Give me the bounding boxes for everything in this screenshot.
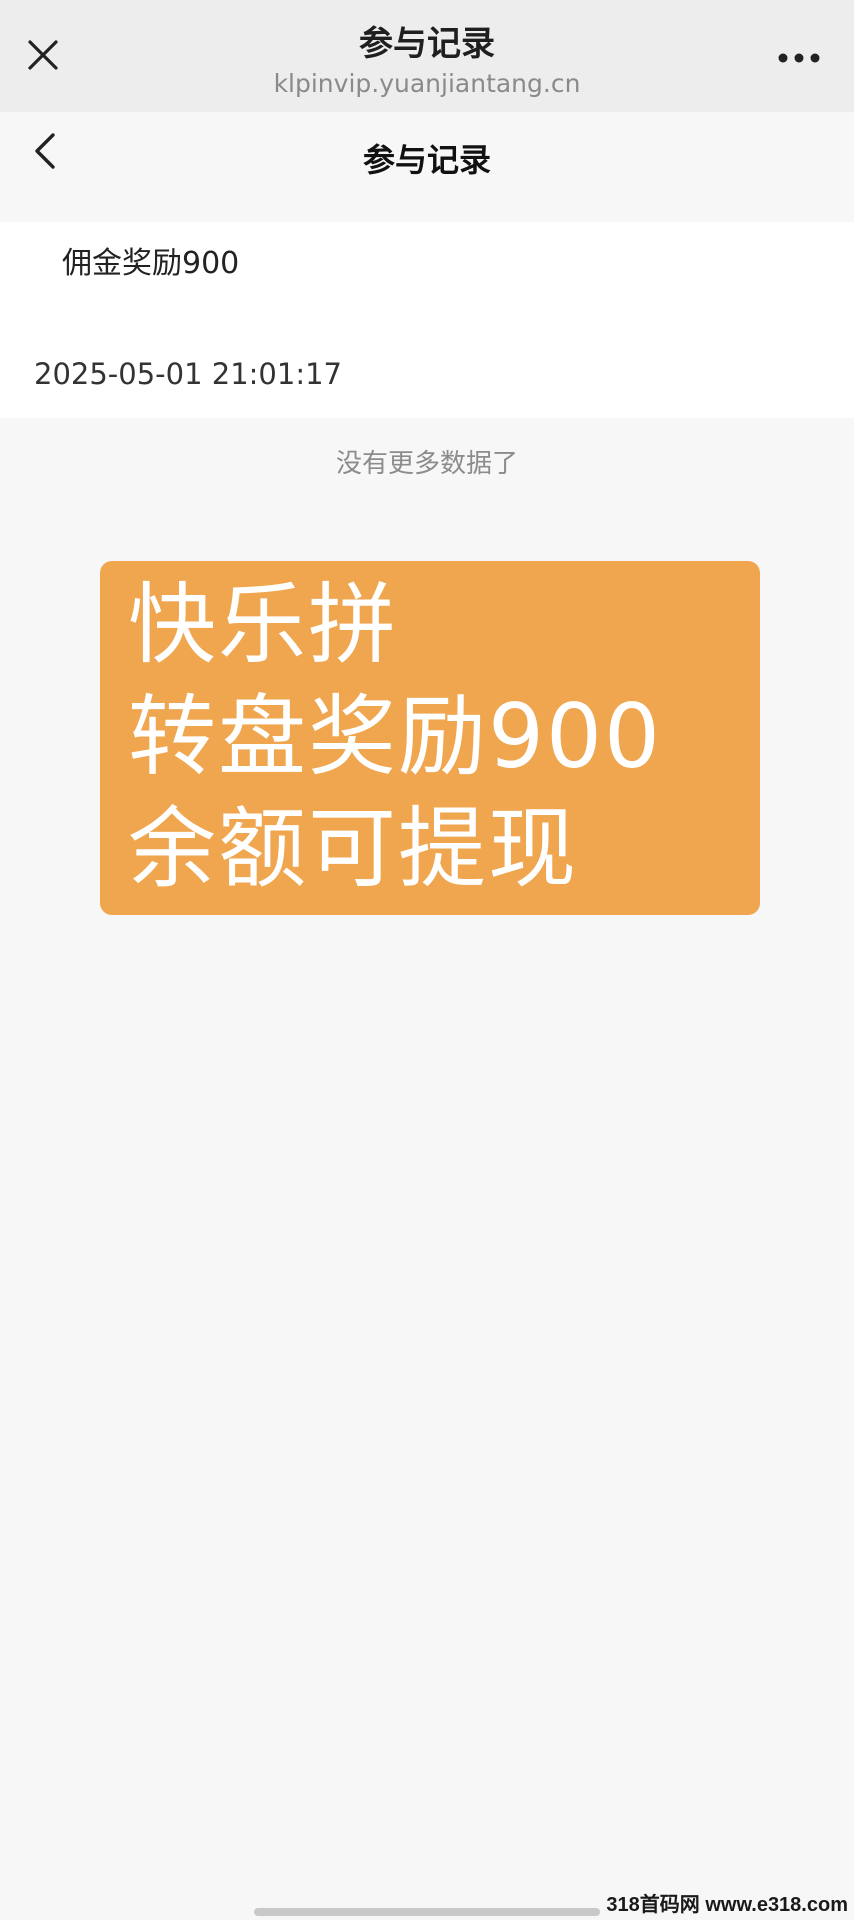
browser-url: klpinvip.yuanjiantang.cn [273,69,581,98]
browser-bar: 参与记录 klpinvip.yuanjiantang.cn [0,0,854,112]
promo-line-3: 余额可提现 [128,797,579,900]
browser-title: 参与记录 [359,24,495,64]
page-title: 参与记录 [362,141,491,179]
promo-line-1: 快乐拼 [128,573,399,676]
record-timestamp: 2025-05-01 21:01:17 [34,357,342,391]
home-indicator[interactable] [254,1908,600,1916]
record-title: 佣金奖励900 [62,246,240,281]
page-header: 参与记录 [0,112,854,220]
promo-banner: 快乐拼 转盘奖励900 余额可提现 [100,561,760,915]
record-list-item[interactable]: 佣金奖励900 2025-05-01 21:01:17 [0,222,854,418]
more-horizontal-icon[interactable] [774,40,824,76]
promo-line-2: 转盘奖励900 [128,685,662,788]
watermark-text: 318首码网 www.e318.com [606,1894,848,1916]
no-more-data-text: 没有更多数据了 [335,449,518,479]
